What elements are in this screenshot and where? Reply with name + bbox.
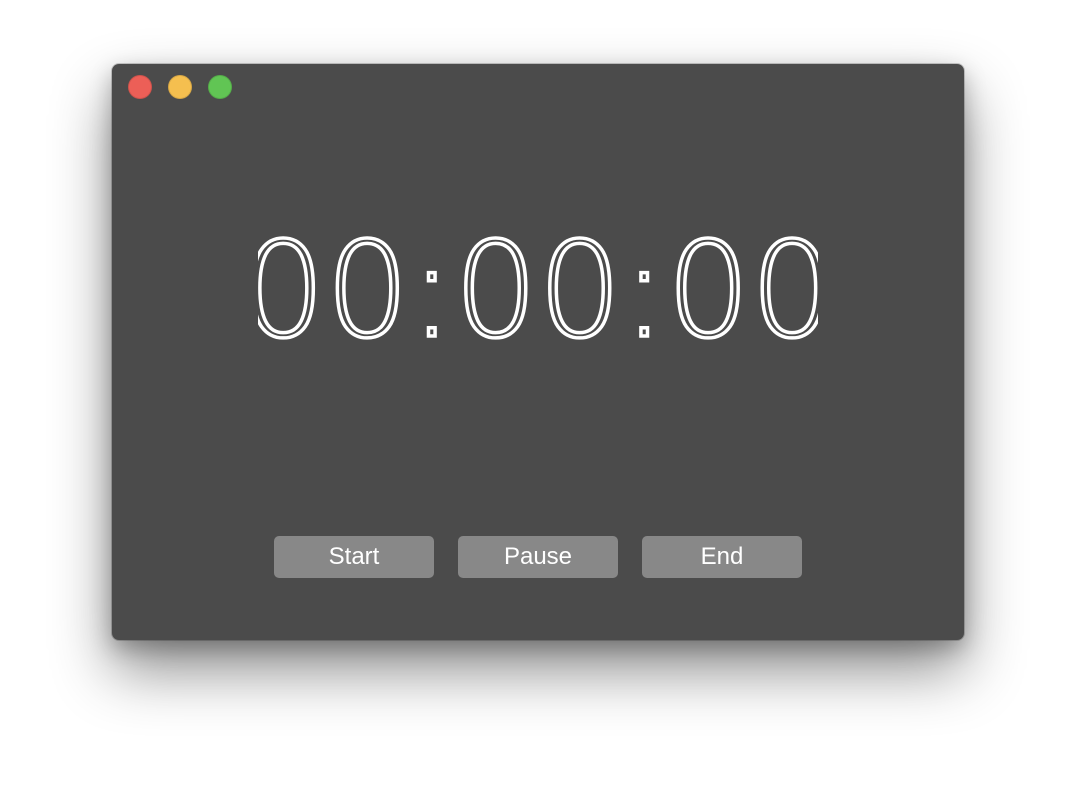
minimize-icon[interactable] xyxy=(168,75,192,99)
zoom-icon[interactable] xyxy=(208,75,232,99)
pause-button[interactable]: Pause xyxy=(458,536,618,578)
window-controls xyxy=(128,75,232,99)
timer-digits: 00:00:00 xyxy=(258,224,818,354)
timer-window: 00:00:00 Start Pause End xyxy=(112,64,964,640)
start-button[interactable]: Start xyxy=(274,536,434,578)
button-bar: Start Pause End xyxy=(274,536,802,578)
end-button[interactable]: End xyxy=(642,536,802,578)
timer-text: 00:00:00 xyxy=(258,224,818,354)
timer-display: 00:00:00 xyxy=(112,224,964,354)
close-icon[interactable] xyxy=(128,75,152,99)
